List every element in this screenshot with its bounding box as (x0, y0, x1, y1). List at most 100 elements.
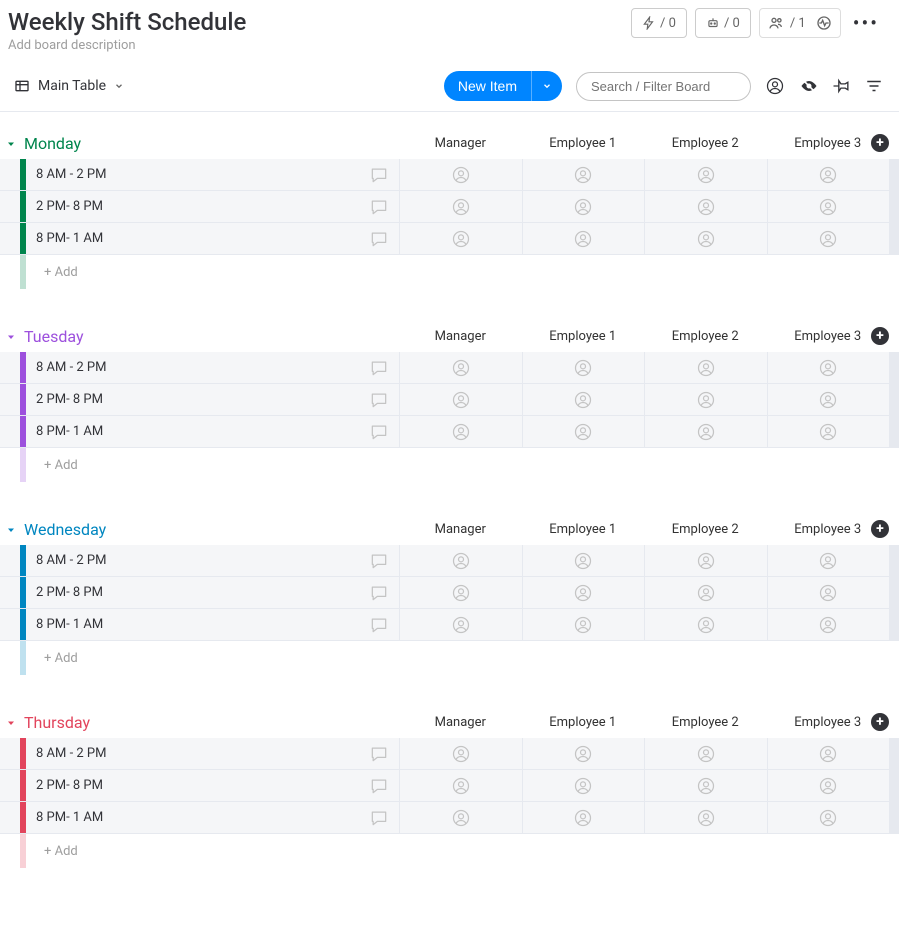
table-row[interactable]: 2 PM- 8 PM (0, 770, 899, 802)
table-row[interactable]: 8 AM - 2 PM (0, 159, 899, 191)
chat-cell[interactable] (359, 416, 399, 447)
chat-cell[interactable] (359, 802, 399, 833)
add-row[interactable]: + Add (0, 255, 899, 289)
group-title[interactable]: Tuesday (24, 327, 84, 346)
person-cell[interactable] (522, 738, 645, 769)
group-title[interactable]: Thursday (24, 713, 90, 732)
shift-label[interactable]: 8 AM - 2 PM (26, 167, 359, 182)
person-cell[interactable] (399, 609, 522, 640)
person-cell[interactable] (644, 738, 767, 769)
add-column[interactable]: + (871, 713, 889, 731)
shift-label[interactable]: 8 PM- 1 AM (26, 424, 359, 439)
table-row[interactable]: 8 PM- 1 AM (0, 223, 899, 255)
column-header[interactable]: Employee 2 (644, 715, 767, 730)
column-header[interactable]: Manager (399, 522, 522, 537)
person-cell[interactable] (399, 802, 522, 833)
person-cell[interactable] (767, 416, 890, 447)
shift-label[interactable]: 8 AM - 2 PM (26, 746, 359, 761)
table-row[interactable]: 8 PM- 1 AM (0, 609, 899, 641)
person-cell[interactable] (399, 738, 522, 769)
person-cell[interactable] (644, 577, 767, 608)
person-cell[interactable] (644, 770, 767, 801)
shift-label[interactable]: 8 PM- 1 AM (26, 617, 359, 632)
table-row[interactable]: 8 AM - 2 PM (0, 352, 899, 384)
person-cell[interactable] (522, 416, 645, 447)
group-collapse-toggle[interactable] (2, 521, 20, 539)
person-cell[interactable] (522, 545, 645, 576)
person-cell[interactable] (399, 384, 522, 415)
person-cell[interactable] (767, 159, 890, 190)
person-cell[interactable] (522, 223, 645, 254)
column-header[interactable]: Employee 2 (644, 329, 767, 344)
table-row[interactable]: 8 AM - 2 PM (0, 545, 899, 577)
board-description[interactable]: Add board description (8, 38, 246, 53)
add-row[interactable]: + Add (0, 834, 899, 868)
person-cell[interactable] (522, 577, 645, 608)
table-row[interactable]: 2 PM- 8 PM (0, 191, 899, 223)
column-header[interactable]: Manager (399, 329, 522, 344)
column-header[interactable]: Employee 2 (644, 136, 767, 151)
person-cell[interactable] (399, 770, 522, 801)
person-cell[interactable] (767, 609, 890, 640)
person-cell[interactable] (399, 577, 522, 608)
hide-columns[interactable] (799, 76, 819, 96)
add-column[interactable]: + (871, 520, 889, 538)
person-cell[interactable] (644, 384, 767, 415)
table-row[interactable]: 2 PM- 8 PM (0, 577, 899, 609)
shift-label[interactable]: 8 PM- 1 AM (26, 231, 359, 246)
shift-label[interactable]: 8 AM - 2 PM (26, 553, 359, 568)
board-title[interactable]: Weekly Shift Schedule (8, 8, 246, 36)
person-cell[interactable] (399, 416, 522, 447)
column-header[interactable]: Employee 1 (522, 522, 645, 537)
column-header[interactable]: Manager (399, 715, 522, 730)
column-header[interactable]: Employee 1 (522, 136, 645, 151)
person-cell[interactable] (522, 159, 645, 190)
add-row[interactable]: + Add (0, 641, 899, 675)
add-row[interactable]: + Add (0, 448, 899, 482)
person-cell[interactable] (644, 609, 767, 640)
group-title[interactable]: Wednesday (24, 520, 106, 539)
chat-cell[interactable] (359, 738, 399, 769)
column-header[interactable]: Manager (399, 136, 522, 151)
chat-cell[interactable] (359, 191, 399, 222)
table-row[interactable]: 8 PM- 1 AM (0, 416, 899, 448)
group-collapse-toggle[interactable] (2, 328, 20, 346)
person-cell[interactable] (522, 802, 645, 833)
person-cell[interactable] (399, 191, 522, 222)
shift-label[interactable]: 2 PM- 8 PM (26, 585, 359, 600)
person-cell[interactable] (644, 545, 767, 576)
person-cell[interactable] (767, 191, 890, 222)
person-cell[interactable] (767, 577, 890, 608)
add-column[interactable]: + (871, 327, 889, 345)
group-collapse-toggle[interactable] (2, 135, 20, 153)
chat-cell[interactable] (359, 223, 399, 254)
chat-cell[interactable] (359, 609, 399, 640)
person-cell[interactable] (767, 738, 890, 769)
chat-cell[interactable] (359, 352, 399, 383)
person-cell[interactable] (399, 545, 522, 576)
person-cell[interactable] (522, 352, 645, 383)
person-cell[interactable] (399, 159, 522, 190)
column-header[interactable]: Employee 1 (522, 329, 645, 344)
person-cell[interactable] (644, 416, 767, 447)
chat-cell[interactable] (359, 159, 399, 190)
table-row[interactable]: 8 AM - 2 PM (0, 738, 899, 770)
group-title[interactable]: Monday (24, 134, 81, 153)
group-collapse-toggle[interactable] (2, 714, 20, 732)
automation-counter[interactable]: / 0 (695, 8, 751, 38)
chat-cell[interactable] (359, 384, 399, 415)
chat-cell[interactable] (359, 577, 399, 608)
person-cell[interactable] (399, 223, 522, 254)
column-header[interactable]: Employee 2 (644, 522, 767, 537)
shift-label[interactable]: 8 PM- 1 AM (26, 810, 359, 825)
add-column[interactable]: + (871, 134, 889, 152)
person-cell[interactable] (767, 384, 890, 415)
new-item-button[interactable]: New Item (444, 71, 531, 101)
shift-label[interactable]: 2 PM- 8 PM (26, 392, 359, 407)
person-cell[interactable] (399, 352, 522, 383)
shift-label[interactable]: 2 PM- 8 PM (26, 199, 359, 214)
person-cell[interactable] (644, 352, 767, 383)
shift-label[interactable]: 8 AM - 2 PM (26, 360, 359, 375)
person-cell[interactable] (644, 159, 767, 190)
table-row[interactable]: 2 PM- 8 PM (0, 384, 899, 416)
